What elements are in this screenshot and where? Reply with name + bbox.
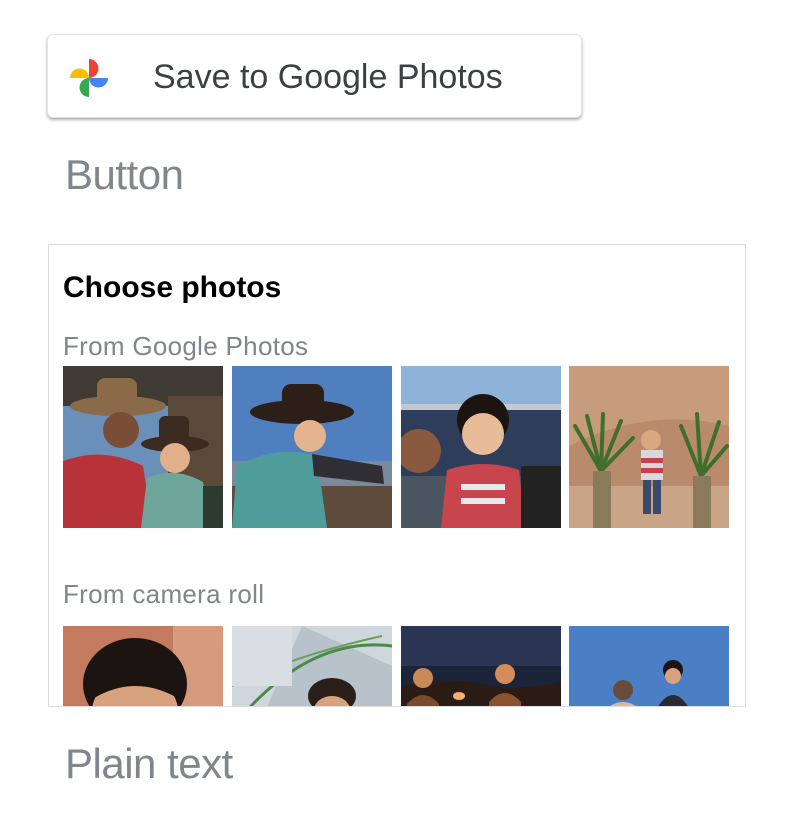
boy-between-desert-yuccas-photo[interactable] [569,366,729,528]
boy-closeup-red-rocks-photo[interactable] [63,626,223,706]
boy-in-cowboy-hat-and-teal-vest-photo[interactable] [232,366,392,528]
save-button-label: Save to Google Photos [153,58,503,96]
choose-photos-panel: Choose photos From Google Photos From ca… [48,244,746,707]
button-caption: Button [65,151,184,198]
google-photos-pinwheel-icon [66,55,112,101]
section-label-camera-roll: From camera roll [63,579,265,609]
camera-roll-row [63,626,733,706]
plain-text-caption: Plain text [65,740,233,787]
father-and-son-in-cowboy-hats-photo[interactable] [63,366,223,528]
google-photos-row [63,366,733,528]
panel-title: Choose photos [63,271,282,304]
campfire-at-dusk-photo[interactable] [401,626,561,706]
two-people-under-blue-sky-photo[interactable] [569,626,729,706]
smiling-boy-by-vehicle-photo[interactable] [401,366,561,528]
section-label-google-photos: From Google Photos [63,331,309,361]
child-in-tent-photo[interactable] [232,626,392,706]
save-to-google-photos-button[interactable]: Save to Google Photos [47,34,582,118]
